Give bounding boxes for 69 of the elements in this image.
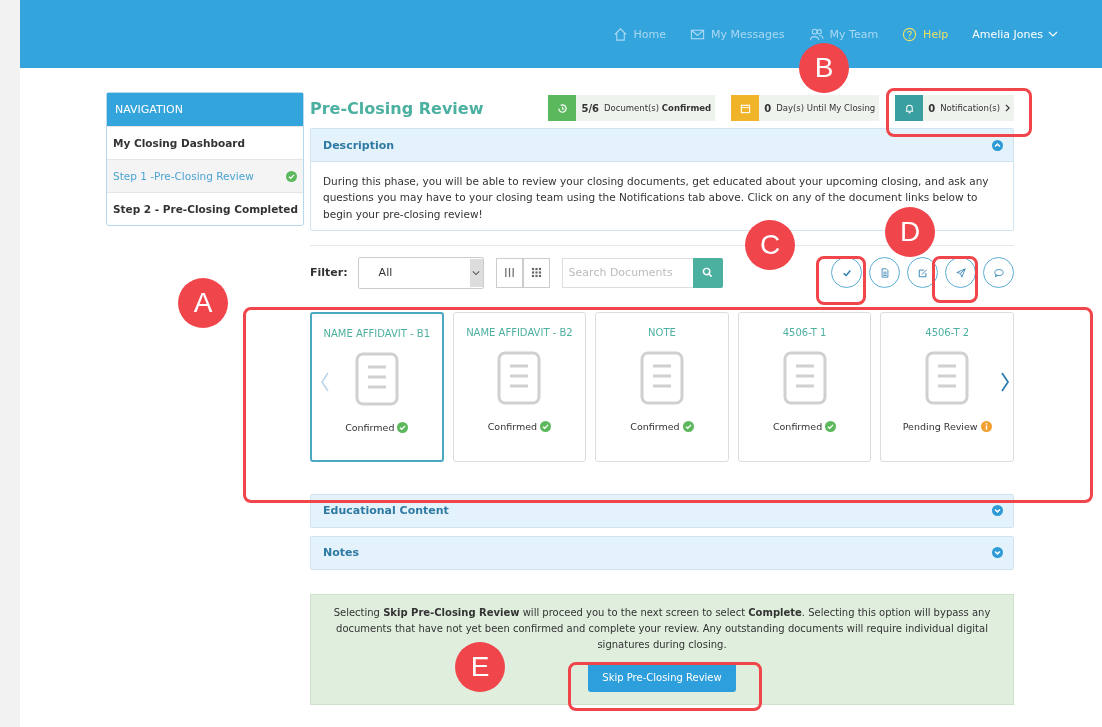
filter-dropdown[interactable]: All xyxy=(357,256,484,289)
callout-marker: B xyxy=(799,43,849,93)
sidebar-item[interactable]: Step 2 - Pre-Closing Completed xyxy=(107,192,303,225)
expand-icon[interactable] xyxy=(992,505,1003,517)
edit-button[interactable] xyxy=(907,257,938,289)
expand-icon[interactable] xyxy=(992,547,1003,559)
document-card[interactable]: NOTE Confirmed xyxy=(595,311,729,462)
callout-marker: A xyxy=(178,278,228,328)
document-status: Confirmed xyxy=(772,420,823,432)
document-status: Confirmed xyxy=(487,420,538,432)
document-icon xyxy=(782,350,827,405)
highlight-frame xyxy=(932,256,978,303)
paper-plane-icon xyxy=(955,267,966,278)
highlight-frame xyxy=(816,256,866,305)
filter-label: Filter: xyxy=(310,266,348,280)
badge-count: 0 xyxy=(928,102,936,114)
document-card[interactable]: 4506-T 2 Pending Review xyxy=(880,311,1014,462)
document-status: Pending Review xyxy=(902,420,978,432)
document-title: 4506-T 2 xyxy=(925,326,970,338)
badge-text: Day(s) Until My Closing xyxy=(776,103,876,113)
badge-count: 5/6 xyxy=(581,102,599,114)
document-status: Confirmed xyxy=(630,420,680,432)
columns-icon xyxy=(503,267,515,279)
check-icon xyxy=(841,267,852,278)
document-icon xyxy=(925,350,970,405)
collapse-icon[interactable] xyxy=(992,139,1003,151)
document-title: NAME AFFIDAVIT - B1 xyxy=(323,327,431,339)
chevron-down-icon xyxy=(1048,31,1058,37)
search-field[interactable]: Search Documents xyxy=(561,257,693,288)
user-menu[interactable]: Amelia Jones xyxy=(972,27,1058,41)
home-icon xyxy=(612,26,628,42)
document-icon xyxy=(640,350,684,405)
document-card[interactable]: NAME AFFIDAVIT - B2 Confirmed xyxy=(452,311,587,462)
edit-icon xyxy=(917,267,928,278)
grid-icon xyxy=(530,267,542,279)
document-title: NAME AFFIDAVIT - B2 xyxy=(466,326,573,338)
comment-button[interactable] xyxy=(983,257,1014,289)
document-icon xyxy=(497,350,542,405)
callout-marker: C xyxy=(745,220,795,270)
document-icon xyxy=(879,267,890,278)
speech-bubble-icon xyxy=(993,267,1004,278)
panel-title: Educational Content xyxy=(323,504,449,518)
document-card[interactable]: NAME AFFIDAVIT - B1 Confirmed xyxy=(310,311,444,462)
document-status: Confirmed xyxy=(345,421,395,433)
status-badge[interactable]: 0 Notification(s) xyxy=(895,95,1014,121)
document-title: 4506-T 1 xyxy=(782,326,827,338)
search-button[interactable] xyxy=(692,257,723,288)
chevron-down-icon xyxy=(472,269,481,276)
collapsible-panel[interactable]: Notes xyxy=(310,535,1014,570)
sidebar-item[interactable]: Step 1 -Pre-Closing Review xyxy=(107,159,303,192)
help-icon xyxy=(902,26,918,42)
page-title: Pre-Closing Review xyxy=(310,98,484,118)
document-button[interactable] xyxy=(869,257,900,289)
badge-text: Document(s) Confirmed xyxy=(604,103,712,113)
panel-header[interactable]: Description xyxy=(311,129,1013,162)
badge-text: Notification(s) xyxy=(940,103,1000,113)
panel-title: Notes xyxy=(323,546,360,560)
document-card[interactable]: 4506-T 1 Confirmed xyxy=(737,311,872,462)
panel-title: Description xyxy=(323,138,395,152)
document-title: NOTE xyxy=(648,326,676,338)
team-icon xyxy=(808,26,824,42)
document-icon xyxy=(354,351,399,406)
grid-view-button[interactable] xyxy=(522,257,550,288)
navigation-heading: NAVIGATION xyxy=(107,93,303,126)
search-icon xyxy=(702,267,714,279)
column-view-button[interactable] xyxy=(495,257,523,288)
badge-count: 0 xyxy=(764,102,772,114)
confirm-button[interactable] xyxy=(831,257,862,289)
callout-marker: D xyxy=(885,207,935,257)
